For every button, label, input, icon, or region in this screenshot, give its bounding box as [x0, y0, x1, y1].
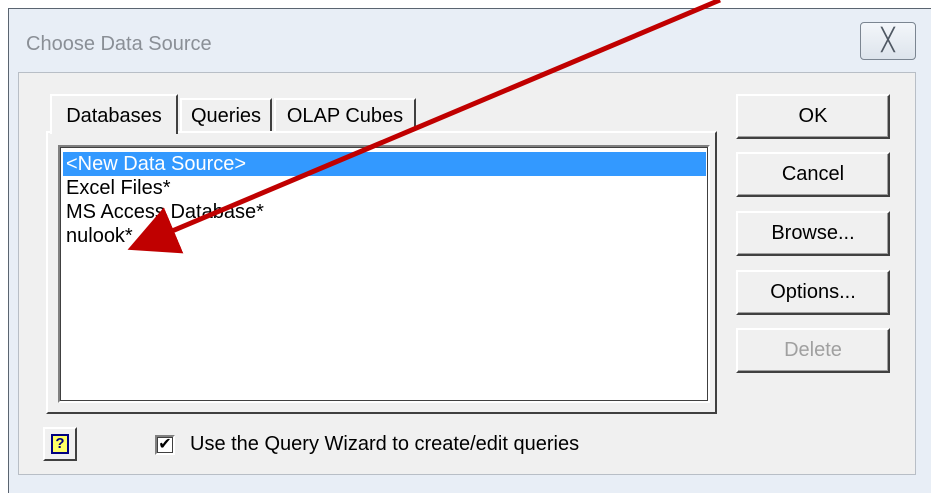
- list-item[interactable]: Excel Files*: [66, 176, 706, 200]
- dialog-title: Choose Data Source: [26, 33, 212, 55]
- list-item[interactable]: <New Data Source>: [63, 152, 706, 176]
- query-wizard-checkbox[interactable]: ✔: [155, 435, 175, 455]
- list-item[interactable]: nulook*: [66, 224, 706, 248]
- cancel-button[interactable]: Cancel: [736, 152, 890, 197]
- options-button[interactable]: Options...: [736, 270, 890, 315]
- delete-button[interactable]: Delete: [736, 328, 890, 373]
- help-button[interactable]: ?: [43, 427, 77, 461]
- close-button[interactable]: ╳: [860, 22, 916, 60]
- tab-label: OLAP Cubes: [286, 105, 404, 127]
- browse-button[interactable]: Browse...: [736, 211, 890, 256]
- tab-label: Queries: [190, 105, 262, 127]
- close-icon: ╳: [881, 27, 895, 52]
- tab-databases[interactable]: Databases: [50, 94, 178, 134]
- query-wizard-label[interactable]: Use the Query Wizard to create/edit quer…: [190, 433, 579, 456]
- tab-label: Databases: [66, 105, 162, 127]
- data-source-list[interactable]: <New Data Source> Excel Files* MS Access…: [58, 145, 710, 403]
- list-item[interactable]: MS Access Database*: [66, 200, 706, 224]
- tab-olap-cubes[interactable]: OLAP Cubes: [274, 98, 416, 132]
- ok-button[interactable]: OK: [736, 94, 890, 139]
- tab-queries[interactable]: Queries: [180, 98, 272, 132]
- help-icon: ?: [51, 434, 69, 454]
